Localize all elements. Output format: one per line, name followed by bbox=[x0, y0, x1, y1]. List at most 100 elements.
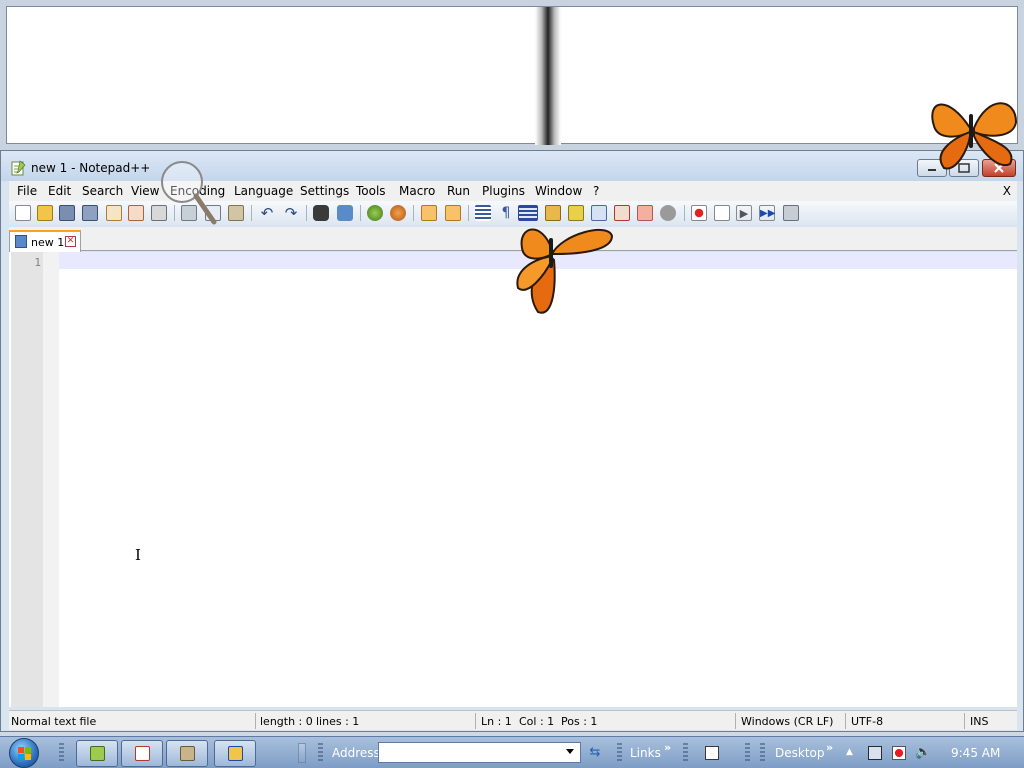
title-bar[interactable]: new 1 - Notepad++ bbox=[1, 151, 1023, 181]
status-file-type: Normal text file bbox=[11, 715, 97, 728]
magnifier-icon bbox=[161, 161, 217, 225]
go-icon[interactable]: ⇆ bbox=[585, 742, 605, 763]
toolbar-separator bbox=[251, 205, 252, 221]
volume-icon[interactable]: 🔈 bbox=[915, 746, 931, 760]
chevron-right-icon[interactable]: » bbox=[826, 741, 833, 754]
playback-icon[interactable]: ▶ bbox=[736, 205, 752, 221]
save-icon[interactable] bbox=[59, 205, 75, 221]
toolbar-separator bbox=[413, 205, 414, 221]
window-splitter[interactable] bbox=[535, 7, 561, 145]
fold-margin[interactable] bbox=[43, 252, 59, 707]
line-number-margin: 1 bbox=[11, 252, 43, 707]
new-file-icon[interactable] bbox=[15, 205, 31, 221]
undo-icon[interactable]: ↶ bbox=[259, 205, 275, 221]
address-input[interactable] bbox=[378, 742, 581, 763]
status-column: Col : 1 bbox=[519, 715, 555, 728]
butterfly-icon bbox=[931, 102, 1018, 170]
monitoring-icon[interactable] bbox=[637, 205, 653, 221]
menu-macro[interactable]: Macro bbox=[399, 184, 435, 198]
menu-view[interactable]: View bbox=[131, 184, 159, 198]
action-center-icon[interactable] bbox=[892, 746, 906, 760]
menu-run[interactable]: Run bbox=[447, 184, 470, 198]
notepadpp-app-icon bbox=[11, 160, 26, 176]
toolbar-grip[interactable] bbox=[760, 743, 765, 763]
stop-record-icon[interactable] bbox=[714, 205, 730, 221]
editor-area[interactable]: 1 I bbox=[9, 252, 1017, 707]
save-all-icon[interactable] bbox=[82, 205, 98, 221]
cards-app-icon bbox=[135, 746, 150, 761]
paste-icon[interactable] bbox=[228, 205, 244, 221]
status-position: Pos : 1 bbox=[561, 715, 598, 728]
tab-close-icon[interactable]: ✕ bbox=[65, 236, 76, 247]
tab-new-1[interactable]: new 1 ✕ bbox=[9, 230, 81, 252]
menu-language[interactable]: Language bbox=[234, 184, 293, 198]
paint-app-icon bbox=[180, 746, 195, 761]
menu-file[interactable]: File bbox=[17, 184, 37, 198]
address-label: Address bbox=[332, 746, 380, 760]
toolbar-grip[interactable] bbox=[59, 743, 64, 763]
close-document-button[interactable]: X bbox=[1003, 184, 1011, 198]
menu-plugins[interactable]: Plugins bbox=[482, 184, 525, 198]
clock[interactable]: 9:45 AM bbox=[951, 746, 1000, 760]
background-window[interactable] bbox=[6, 6, 1018, 145]
explorer-app-icon bbox=[228, 746, 243, 761]
toolbar-separator bbox=[684, 205, 685, 221]
record-macro-icon[interactable] bbox=[691, 205, 707, 221]
status-eol[interactable]: Windows (CR LF) bbox=[741, 715, 833, 728]
status-line: Ln : 1 bbox=[481, 715, 512, 728]
zoom-in-icon[interactable] bbox=[367, 205, 383, 221]
menu-window[interactable]: Window bbox=[535, 184, 582, 198]
taskbar-app-button[interactable] bbox=[214, 740, 256, 767]
notepadpp-app-icon bbox=[90, 746, 105, 761]
close-file-icon[interactable] bbox=[106, 205, 122, 221]
toolbar-grip[interactable] bbox=[617, 743, 622, 763]
find-icon[interactable] bbox=[313, 205, 329, 221]
open-file-icon[interactable] bbox=[37, 205, 53, 221]
desktop-background bbox=[0, 0, 1024, 150]
eye-icon[interactable] bbox=[660, 205, 676, 221]
replace-icon[interactable] bbox=[337, 205, 353, 221]
tab-label: new 1 bbox=[31, 236, 65, 249]
menu-search[interactable]: Search bbox=[82, 184, 123, 198]
run-multiple-icon[interactable]: ▶▶ bbox=[759, 205, 775, 221]
toolbar-grip[interactable] bbox=[745, 743, 750, 763]
taskbar-notepadpp-button[interactable] bbox=[76, 740, 118, 767]
toolbar-grip[interactable] bbox=[683, 743, 688, 763]
zoom-out-icon[interactable] bbox=[390, 205, 406, 221]
toolbar-separator bbox=[360, 205, 361, 221]
sync-vertical-icon[interactable] bbox=[421, 205, 437, 221]
address-dropdown-icon[interactable] bbox=[566, 749, 574, 754]
status-separator bbox=[845, 713, 846, 729]
document-icon bbox=[15, 235, 27, 248]
redo-icon[interactable]: ↷ bbox=[283, 205, 299, 221]
taskbar-app-button[interactable] bbox=[166, 740, 208, 767]
network-icon[interactable] bbox=[868, 746, 882, 760]
status-insert-mode[interactable]: INS bbox=[970, 715, 988, 728]
status-separator bbox=[255, 713, 256, 729]
show-hidden-icons-icon[interactable]: ▲ bbox=[846, 747, 853, 757]
links-toolbar-label[interactable]: Links bbox=[630, 746, 661, 760]
quick-launch-notepad-icon[interactable] bbox=[705, 746, 719, 760]
start-button[interactable] bbox=[9, 738, 39, 768]
status-lines: lines : 1 bbox=[316, 715, 360, 728]
line-number: 1 bbox=[34, 256, 41, 269]
menu-edit[interactable]: Edit bbox=[48, 184, 71, 198]
save-macro-icon[interactable] bbox=[783, 205, 799, 221]
sync-horizontal-icon[interactable] bbox=[445, 205, 461, 221]
taskbar-scroll-icon[interactable] bbox=[298, 743, 306, 763]
taskbar-app-button[interactable] bbox=[121, 740, 163, 767]
folder-workspace-icon[interactable] bbox=[614, 205, 630, 221]
close-all-icon[interactable] bbox=[128, 205, 144, 221]
windows-logo-icon bbox=[18, 747, 31, 760]
menu-settings[interactable]: Settings bbox=[300, 184, 349, 198]
menu-help[interactable]: ? bbox=[593, 184, 599, 198]
desktop-toolbar-label[interactable]: Desktop bbox=[775, 746, 825, 760]
chevron-right-icon[interactable]: » bbox=[664, 741, 671, 754]
toolbar-separator bbox=[306, 205, 307, 221]
toolbar-grip[interactable] bbox=[318, 743, 323, 763]
status-separator bbox=[964, 713, 965, 729]
word-wrap-icon[interactable] bbox=[475, 205, 491, 221]
status-encoding[interactable]: UTF-8 bbox=[851, 715, 883, 728]
status-separator bbox=[475, 713, 476, 729]
menu-tools[interactable]: Tools bbox=[356, 184, 386, 198]
